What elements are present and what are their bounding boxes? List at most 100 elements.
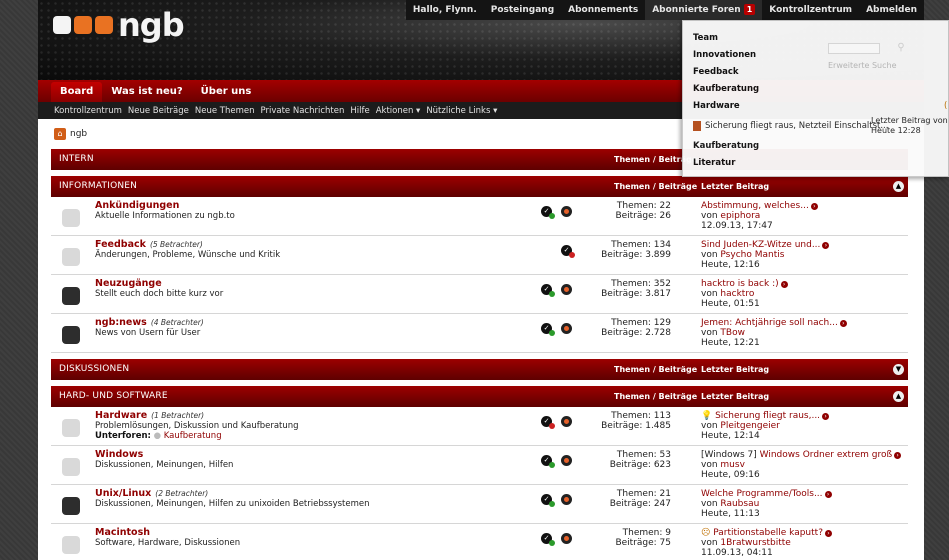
last-post-author: von musv — [701, 460, 745, 470]
forum-title[interactable]: Windows — [95, 449, 143, 460]
dropdown-last-post: Letzter Beitrag von t Heute 12:28 — [871, 116, 949, 136]
dropdown-item-innovationen[interactable]: Innovationen — [693, 50, 756, 60]
author-link[interactable]: Psycho Mantis — [720, 250, 784, 260]
category-hard-und-software[interactable]: Hard- und Software Themen / Beiträge Let… — [51, 386, 908, 407]
forum-title[interactable]: Neuzugänge — [95, 278, 162, 289]
go-to-post-icon[interactable]: › — [824, 530, 832, 537]
subnav-private-nachrichten[interactable]: Private Nachrichten — [261, 106, 345, 116]
nav-abonnierte-foren[interactable]: Abonnierte Foren 1 — [645, 0, 763, 20]
subnav-neue-themen[interactable]: Neue Themen — [195, 106, 255, 116]
last-post-title[interactable]: Welche Programme/Tools... › — [701, 489, 832, 499]
nav-abonnements[interactable]: Abonnements — [561, 0, 645, 20]
last-post-title-text[interactable]: hacktro is back :) — [701, 279, 779, 289]
forum-description: Stellt euch doch bitte kurz vor — [95, 289, 224, 299]
forum-title[interactable]: Macintosh — [95, 527, 150, 538]
category-diskussionen[interactable]: Diskussionen Themen / Beiträge Letzter B… — [51, 359, 908, 380]
forum-title[interactable]: Ankündigungen — [95, 200, 179, 211]
go-to-post-icon[interactable]: › — [894, 452, 902, 459]
dropdown-item-kaufberatung-2[interactable]: Kaufberatung — [693, 141, 759, 151]
home-icon[interactable]: ⌂ — [54, 128, 66, 140]
last-post-date: Heute, 01:51 — [701, 299, 760, 309]
dropdown-thread-title[interactable]: Sicherung fliegt raus, Netzteil Einschal… — [705, 121, 888, 131]
forum-title[interactable]: Unix/Linux (2 Betrachter) — [95, 488, 208, 499]
forum-unread-icon — [62, 497, 80, 515]
author-link[interactable]: 1Bratwurstbitte — [720, 538, 790, 548]
last-post-title[interactable]: Jemen: Achtjährige soll nach... › — [701, 318, 847, 328]
dropdown-item-kaufberatung[interactable]: Kaufberatung — [693, 84, 759, 94]
last-post-title-text[interactable]: Sicherung fliegt raus,... — [715, 411, 820, 421]
category-name[interactable]: Intern — [59, 149, 94, 170]
dropdown-item-feedback[interactable]: Feedback — [693, 67, 739, 77]
category-name[interactable]: Diskussionen — [59, 359, 129, 380]
last-post-title-text[interactable]: Windows Ordner extrem groß — [760, 450, 892, 460]
search-icon[interactable]: ⚲ — [890, 42, 912, 57]
subforum-link[interactable]: Kaufberatung — [164, 431, 222, 441]
go-to-post-icon[interactable]: › — [824, 491, 832, 498]
author-link[interactable]: Pleitgengeier — [720, 421, 779, 431]
category-name[interactable]: Informationen — [59, 176, 137, 197]
forum-title-text[interactable]: ngb:news — [95, 317, 147, 328]
forum-themen: Themen: 21 — [616, 489, 671, 499]
dropdown-thread[interactable]: Sicherung fliegt raus, Netzteil Einschal… — [693, 121, 888, 131]
tab-ueber-uns[interactable]: Über uns — [192, 82, 261, 102]
tab-board[interactable]: Board — [51, 82, 103, 102]
forum-description: Problemlösungen, Diskussion und Kaufbera… — [95, 421, 299, 431]
forum-title-text[interactable]: Unix/Linux — [95, 488, 151, 499]
nav-posteingang[interactable]: Posteingang — [484, 0, 561, 20]
site-logo[interactable]: ngb — [53, 9, 185, 41]
nav-kontrollzentrum[interactable]: Kontrollzentrum — [762, 0, 859, 20]
breadcrumb-home[interactable]: ngb — [70, 129, 87, 139]
nav-abmelden[interactable]: Abmelden — [859, 0, 924, 20]
dropdown-item-literatur[interactable]: Literatur — [693, 158, 735, 168]
forum-title[interactable]: ngb:news (4 Betrachter) — [95, 317, 204, 328]
lightbulb-icon: 💡 — [701, 411, 713, 421]
last-post-author: von Pleitgengeier — [701, 421, 780, 431]
subforums-label: Unterforen: — [95, 431, 151, 441]
forum-themen: Themen: 53 — [616, 450, 671, 460]
collapse-icon[interactable]: ▲ — [893, 391, 904, 402]
category-name[interactable]: Hard- und Software — [59, 386, 168, 407]
last-post-title[interactable]: 💡 Sicherung fliegt raus,... › — [701, 411, 830, 421]
go-to-post-icon[interactable]: › — [822, 242, 830, 249]
forum-title[interactable]: Feedback (5 Betrachter) — [95, 239, 203, 250]
search-input[interactable] — [828, 43, 880, 54]
dropdown-item-hardware[interactable]: Hardware — [693, 101, 740, 111]
expand-icon[interactable]: ▼ — [893, 364, 904, 375]
forum-title-text[interactable]: Feedback — [95, 239, 146, 250]
last-post-title-text[interactable]: Abstimmung, welches... — [701, 201, 809, 211]
tab-was-ist-neu[interactable]: Was ist neu? — [102, 82, 191, 102]
forum-title-text[interactable]: Hardware — [95, 410, 147, 421]
dropdown-item-team[interactable]: Team — [693, 33, 718, 43]
subnav-kontrollzentrum[interactable]: Kontrollzentrum — [54, 106, 122, 116]
last-post-title-text[interactable]: Welche Programme/Tools... — [701, 489, 823, 499]
last-post-title-text[interactable]: Partitionstabelle kaputt? — [713, 528, 823, 538]
last-post-title[interactable]: ☹ Partitionstabelle kaputt? › — [701, 528, 832, 538]
last-post-title[interactable]: Abstimmung, welches... › — [701, 201, 818, 211]
author-link[interactable]: epiphora — [720, 211, 760, 221]
go-to-post-icon[interactable]: › — [839, 320, 847, 327]
last-post-author: von epiphora — [701, 211, 760, 221]
subnav-nuetzliche-links[interactable]: Nützliche Links ▾ — [426, 106, 497, 116]
forum-title[interactable]: Hardware (1 Betrachter) — [95, 410, 204, 421]
author-link[interactable]: TBow — [720, 328, 745, 338]
collapse-icon[interactable]: ▲ — [893, 181, 904, 192]
last-post-title-text[interactable]: Jemen: Achtjährige soll nach... — [701, 318, 838, 328]
last-post-title[interactable]: hacktro is back :) › — [701, 279, 788, 289]
category-informationen[interactable]: Informationen Themen / Beiträge Letzter … — [51, 176, 908, 197]
author-link[interactable]: hacktro — [720, 289, 754, 299]
advanced-search-link[interactable]: Erweiterte Suche — [828, 61, 897, 70]
last-post-title[interactable]: [Windows 7] Windows Ordner extrem groß › — [701, 450, 902, 460]
author-link[interactable]: musv — [720, 460, 745, 470]
by-prefix: von — [701, 250, 721, 260]
subnav-neue-beitraege[interactable]: Neue Beiträge — [128, 106, 189, 116]
subnav-aktionen[interactable]: Aktionen ▾ — [376, 106, 421, 116]
author-link[interactable]: Raubsau — [720, 499, 759, 509]
thread-icon — [693, 121, 701, 131]
last-post-title[interactable]: Sind Juden-KZ-Witze und... › — [701, 240, 830, 250]
go-to-post-icon[interactable]: › — [810, 203, 818, 210]
go-to-post-icon[interactable]: › — [822, 413, 830, 420]
subnav-hilfe[interactable]: Hilfe — [350, 106, 369, 116]
go-to-post-icon[interactable]: › — [780, 281, 788, 288]
forum-themen: Themen: 113 — [611, 411, 671, 421]
last-post-title-text[interactable]: Sind Juden-KZ-Witze und... — [701, 240, 820, 250]
